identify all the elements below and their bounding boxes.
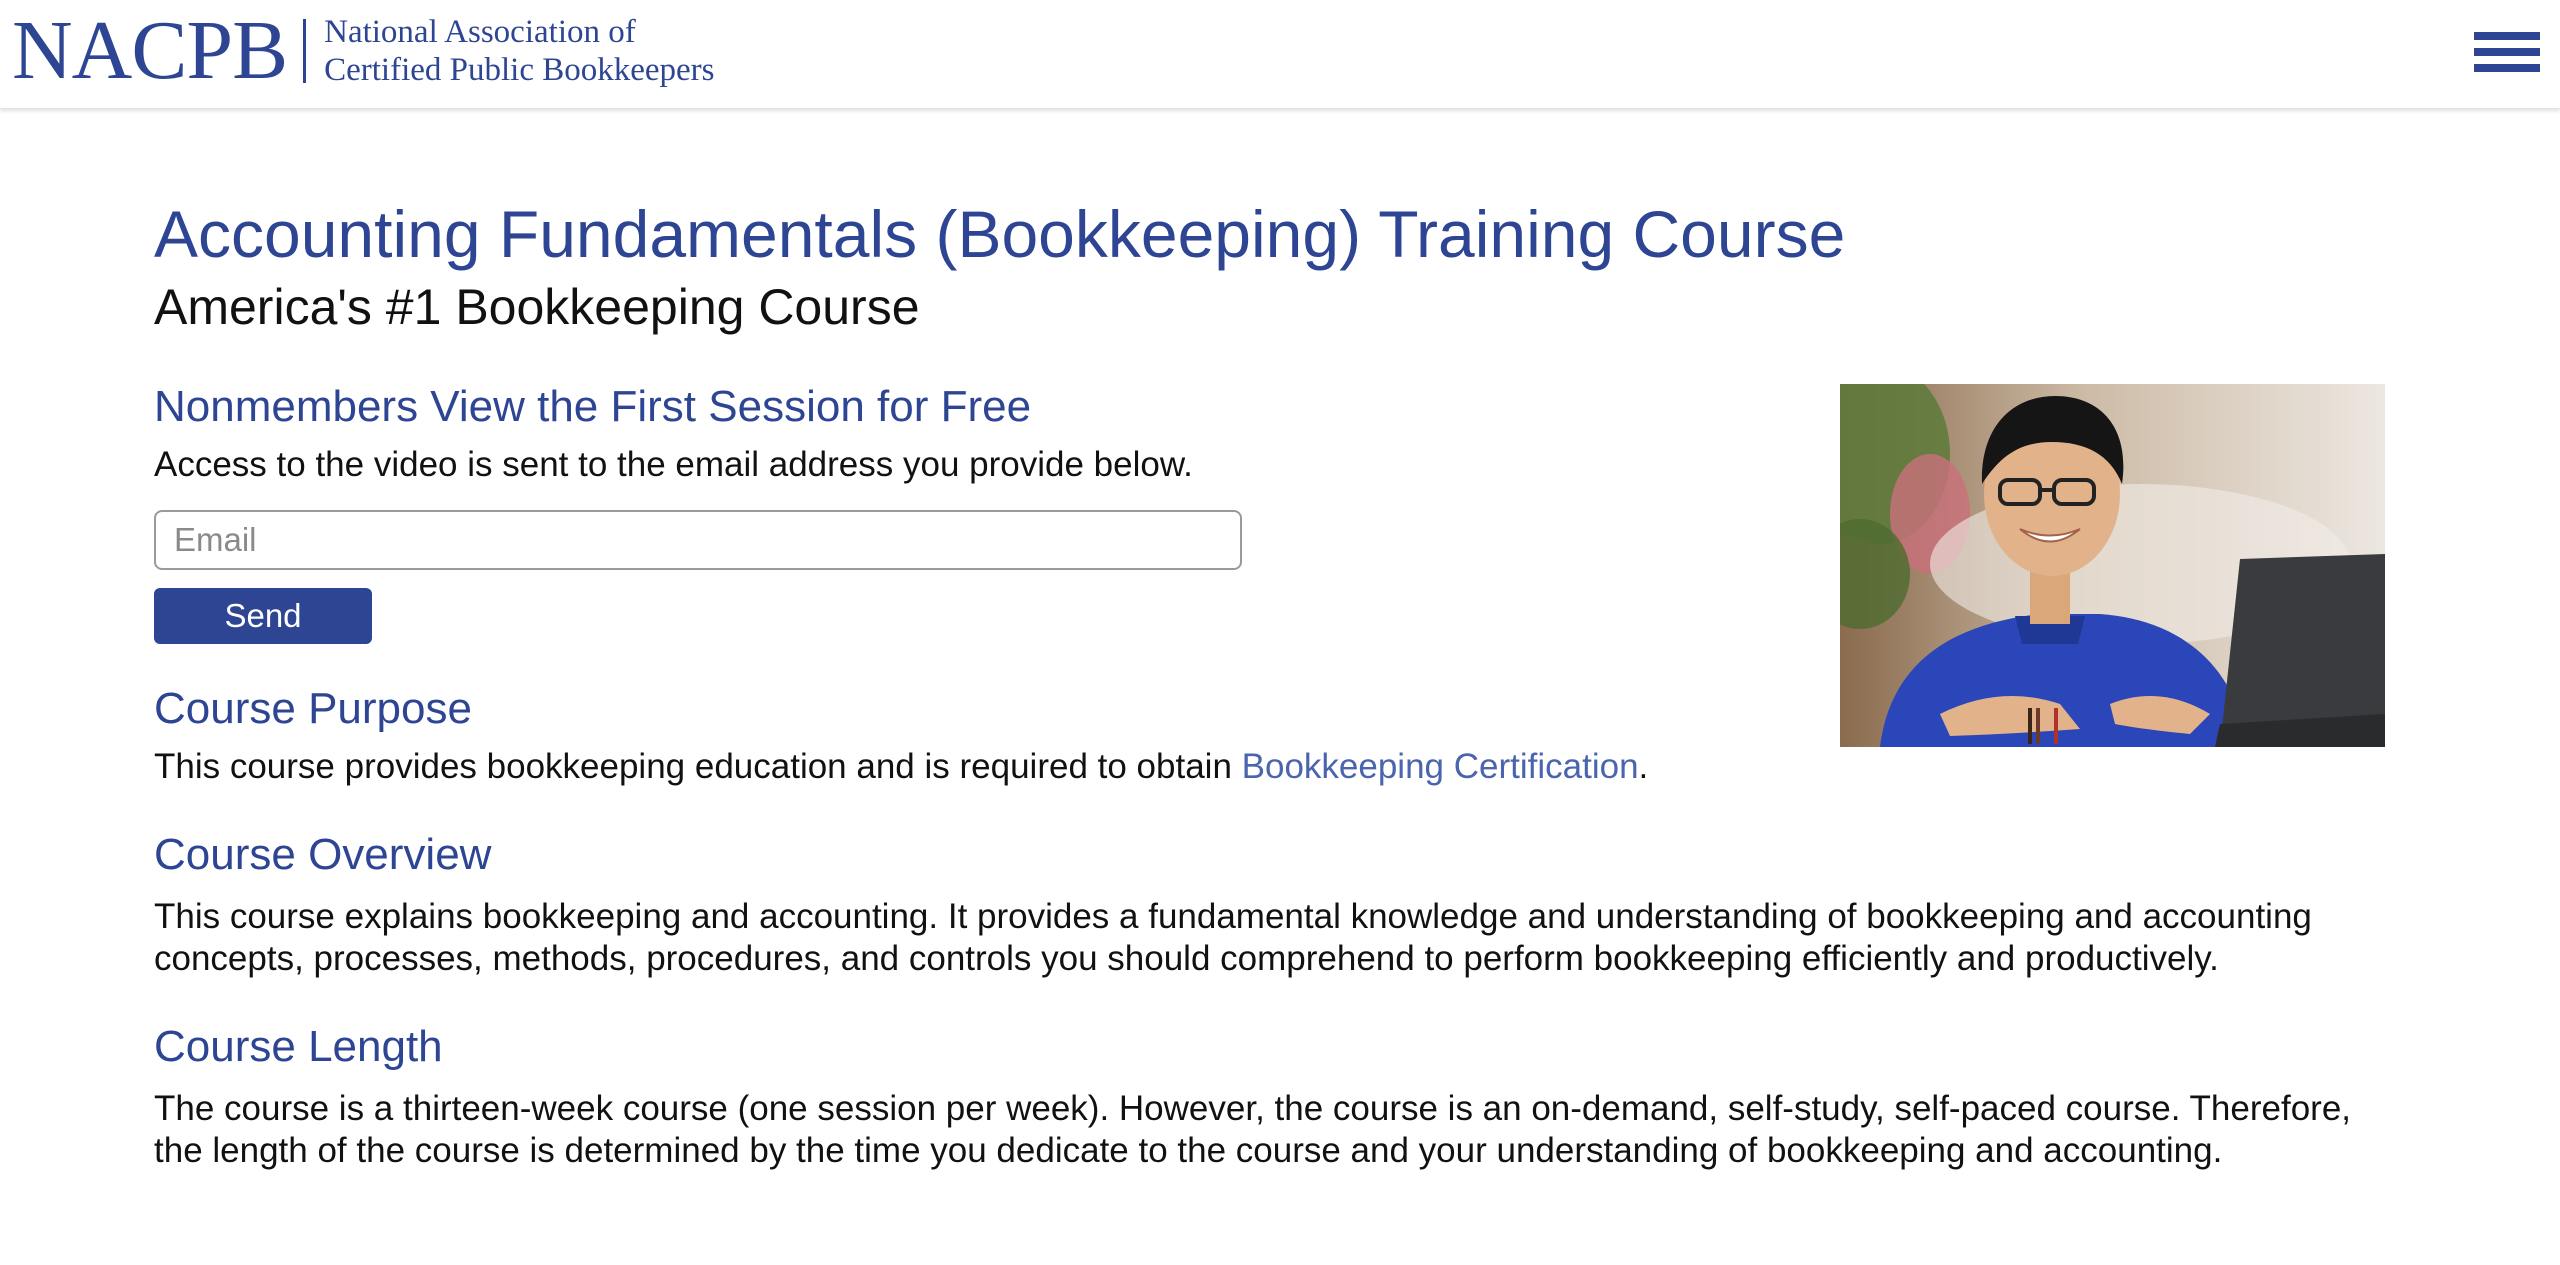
bookkeeping-certification-link[interactable]: Bookkeeping Certification [1242, 747, 1639, 786]
course-purpose-text: This course provides bookkeeping educati… [154, 746, 2404, 788]
student-laptop-photo [1840, 384, 2385, 747]
course-length-text: The course is a thirteen-week course (on… [154, 1089, 2352, 1170]
course-overview-text: This course explains bookkeeping and acc… [154, 897, 2312, 978]
menu-bar [2474, 48, 2540, 56]
page-subtitle: America's #1 Bookkeeping Course [154, 279, 920, 335]
course-purpose-text-end: . [1638, 747, 1649, 786]
hamburger-menu-icon[interactable] [2474, 32, 2540, 82]
logo-abbreviation: NACPB [12, 4, 288, 97]
nacpb-logo[interactable]: NACPB National Association of Certified … [12, 8, 715, 94]
send-button[interactable]: Send [154, 588, 372, 644]
menu-bar [2474, 32, 2540, 40]
course-length-heading: Course Length [154, 1022, 443, 1071]
course-overview-heading: Course Overview [154, 830, 492, 879]
menu-bar [2474, 64, 2540, 72]
page-title: Accounting Fundamentals (Bookkeeping) Tr… [154, 197, 1846, 271]
student-photo-illustration [1840, 384, 2385, 747]
email-input[interactable] [154, 510, 1242, 570]
logo-name-line-2: Certified Public Bookkeepers [324, 52, 715, 88]
course-purpose-text-start: This course provides bookkeeping educati… [154, 747, 1242, 786]
logo-full-name: National Association of Certified Public… [324, 13, 714, 89]
logo-name-line-1: National Association of [324, 14, 636, 50]
logo-divider [303, 19, 307, 83]
site-header: NACPB National Association of Certified … [0, 0, 2560, 109]
